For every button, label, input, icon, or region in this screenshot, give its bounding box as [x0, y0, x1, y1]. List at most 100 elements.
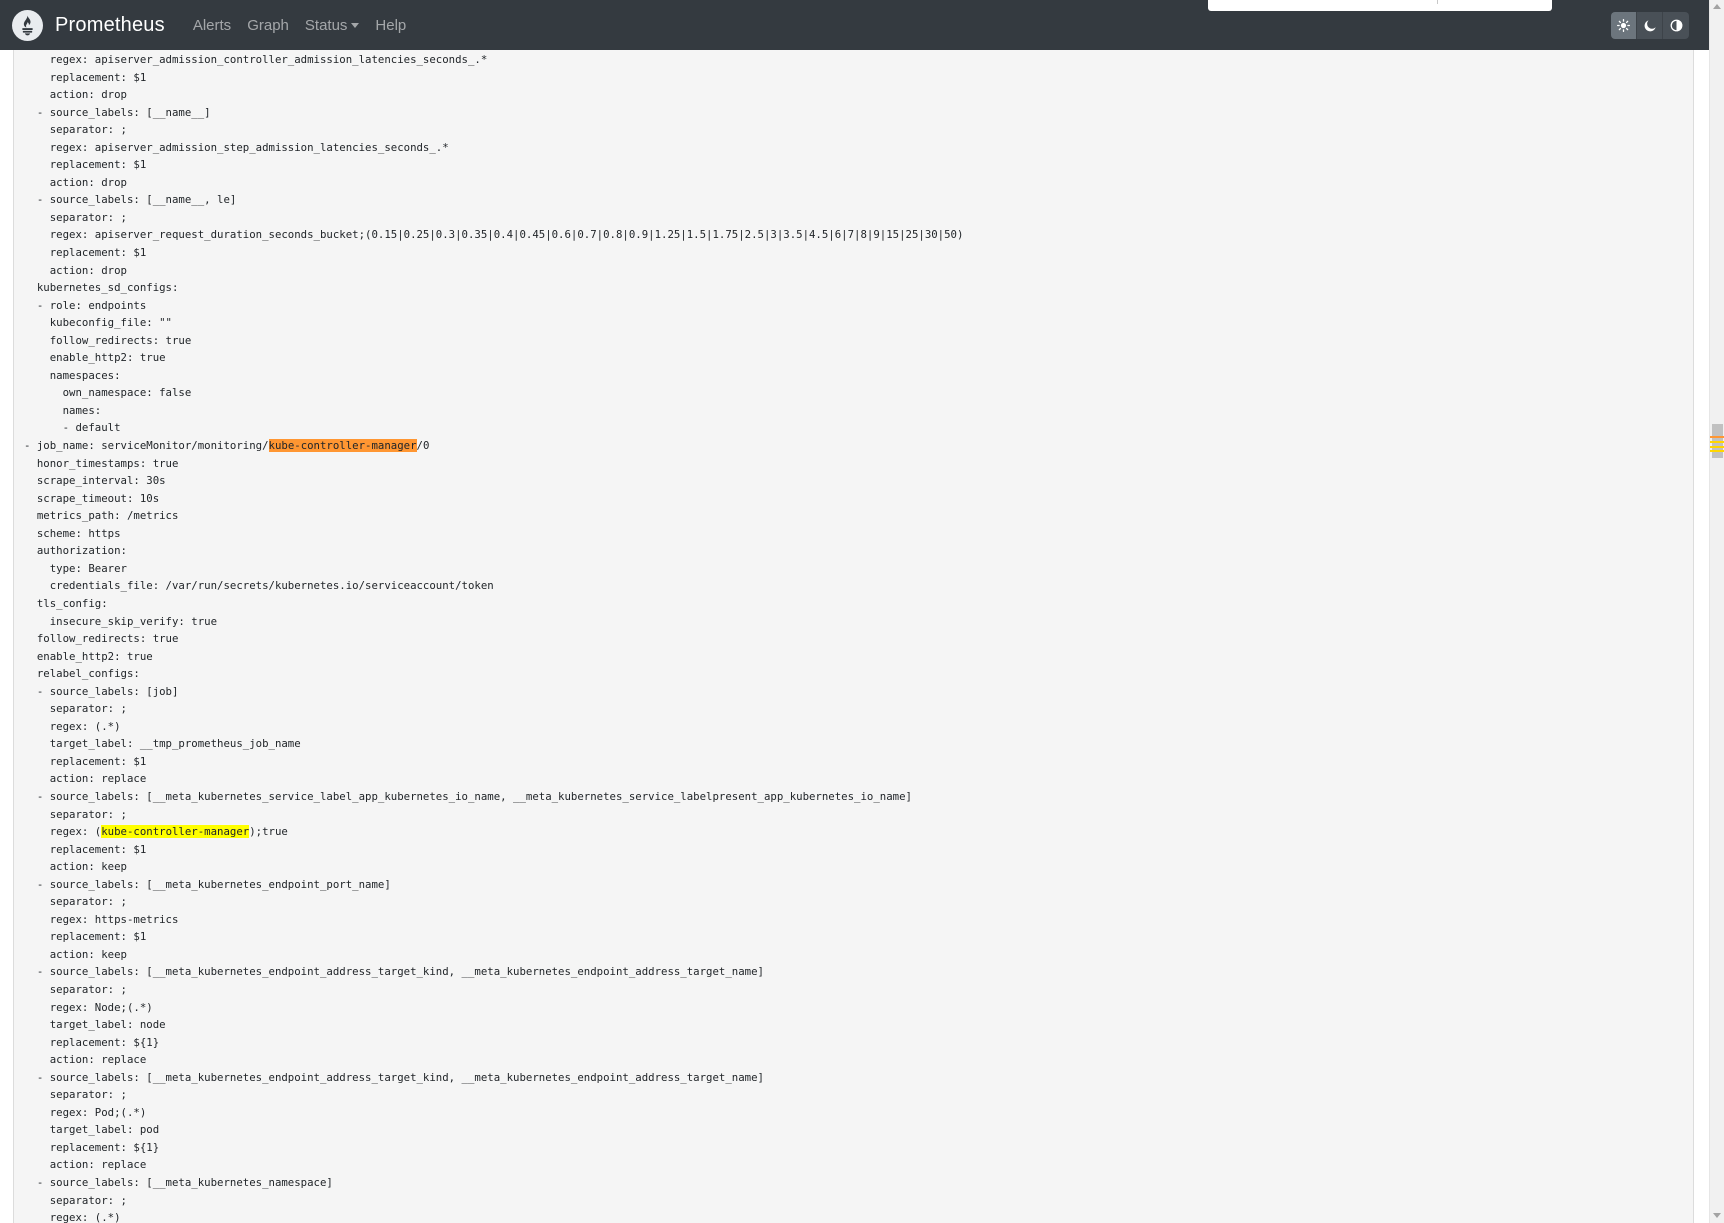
config-line: action: drop — [24, 175, 127, 189]
config-line: follow_redirects: true — [24, 632, 179, 646]
find-match-marker — [1710, 450, 1724, 452]
nav-link-graph[interactable]: Graph — [239, 17, 297, 34]
config-line: action: keep — [24, 947, 127, 961]
config-line: tls_config: — [24, 596, 108, 610]
config-line-text: regex: ( — [24, 825, 102, 839]
config-line: target_label: pod — [24, 1123, 160, 1137]
config-line-text: /0 — [416, 439, 430, 453]
find-in-page-box[interactable] — [1208, 0, 1552, 11]
config-line: - source_labels: [__meta_kubernetes_name… — [24, 1176, 333, 1189]
config-line: kubeconfig_file: "" — [24, 316, 172, 330]
config-line: honor_timestamps: true — [24, 456, 179, 470]
dark-theme-button[interactable] — [1637, 12, 1663, 39]
config-line: - source_labels: [job] — [24, 684, 179, 698]
config-line: separator: ; — [24, 123, 127, 137]
config-line: follow_redirects: true — [24, 333, 192, 347]
config-line: kubernetes_sd_configs: — [24, 281, 179, 295]
config-line: action: drop — [24, 88, 127, 102]
sun-icon — [1617, 19, 1630, 32]
config-line: enable_http2: true — [24, 649, 153, 663]
config-line: - source_labels: [__meta_kubernetes_endp… — [24, 965, 764, 979]
config-line: separator: ; — [24, 702, 127, 716]
config-line: scheme: https — [24, 526, 121, 540]
config-line-text: - job_name: serviceMonitor/monitoring/ — [24, 439, 269, 453]
config-line: separator: ; — [24, 210, 127, 224]
config-line: replacement: $1 — [24, 842, 147, 856]
brand-title: Prometheus — [55, 13, 165, 36]
config-line: regex: Node;(.*) — [24, 1000, 153, 1014]
config-line: regex: (.*) — [24, 1211, 121, 1223]
config-line: authorization: — [24, 544, 127, 558]
moon-icon — [1644, 19, 1656, 31]
config-line: replacement: $1 — [24, 70, 147, 84]
nav-links: Alerts Graph Status Help — [185, 17, 414, 34]
config-line: regex: Pod;(.*) — [24, 1105, 147, 1119]
config-line: scrape_timeout: 10s — [24, 491, 160, 505]
config-yaml: regex: apiserver_admission_controller_ad… — [24, 51, 963, 1223]
theme-toggle-group — [1611, 12, 1689, 39]
browser-default-theme-button[interactable] — [1663, 12, 1689, 39]
config-line: enable_http2: true — [24, 351, 166, 365]
chevron-down-icon — [351, 22, 360, 28]
config-line: relabel_configs: — [24, 667, 140, 681]
config-line: regex: apiserver_request_duration_second… — [24, 228, 964, 242]
scroll-down-arrow-icon[interactable] — [1713, 1213, 1721, 1218]
config-line: - role: endpoints — [24, 298, 147, 312]
config-line: - source_labels: [__meta_kubernetes_serv… — [24, 789, 912, 803]
current-find-match: kube-controller-manager — [268, 439, 417, 453]
config-line: regex: https-metrics — [24, 912, 179, 926]
brand[interactable]: Prometheus — [12, 0, 165, 50]
config-line: own_namespace: false — [24, 386, 192, 400]
config-line: insecure_skip_verify: true — [24, 614, 218, 628]
config-line: target_label: node — [24, 1018, 166, 1032]
config-line: - source_labels: [__meta_kubernetes_endp… — [24, 877, 391, 891]
config-line: separator: ; — [24, 895, 127, 909]
config-line: type: Bearer — [24, 561, 127, 575]
config-panel: regex: apiserver_admission_controller_ad… — [13, 50, 1694, 1223]
nav-link-status-dropdown[interactable]: Status — [297, 17, 368, 34]
find-match-marker — [1710, 441, 1724, 443]
find-match-marker — [1710, 446, 1724, 448]
config-line: action: replace — [24, 1053, 147, 1067]
scroll-up-arrow-icon[interactable] — [1713, 4, 1721, 9]
config-line: credentials_file: /var/run/secrets/kuber… — [24, 579, 494, 593]
page-scrollbar[interactable] — [1709, 0, 1724, 1223]
light-theme-button[interactable] — [1611, 12, 1637, 39]
config-line: scrape_interval: 30s — [24, 474, 166, 488]
config-line: names: — [24, 403, 102, 417]
config-line: target_label: __tmp_prometheus_job_name — [24, 737, 301, 751]
config-line: separator: ; — [24, 982, 127, 996]
config-line: action: keep — [24, 860, 127, 874]
find-match-marker — [1710, 436, 1724, 438]
config-line: namespaces: — [24, 368, 121, 382]
config-line: separator: ; — [24, 807, 127, 821]
config-line: regex: apiserver_admission_controller_ad… — [24, 53, 488, 66]
half-circle-icon — [1670, 19, 1682, 32]
config-line: action: replace — [24, 1158, 147, 1172]
config-line: - default — [24, 421, 121, 435]
config-line: - source_labels: [__meta_kubernetes_endp… — [24, 1070, 764, 1084]
nav-link-alerts[interactable]: Alerts — [185, 17, 239, 34]
find-box-divider — [1437, 0, 1438, 4]
config-line: action: replace — [24, 772, 147, 786]
nav-link-help[interactable]: Help — [367, 17, 414, 34]
config-line: replacement: $1 — [24, 246, 147, 260]
config-line: metrics_path: /metrics — [24, 509, 179, 523]
prometheus-logo-icon — [12, 9, 43, 41]
config-line: - source_labels: [__name__] — [24, 105, 211, 119]
config-line: - source_labels: [__name__, le] — [24, 193, 237, 207]
config-line: replacement: $1 — [24, 930, 147, 944]
config-line: regex: apiserver_admission_step_admissio… — [24, 140, 449, 154]
config-line: replacement: $1 — [24, 754, 147, 768]
config-line: replacement: $1 — [24, 158, 147, 172]
config-line: separator: ; — [24, 1088, 127, 1102]
config-line: - job_name: serviceMonitor/monitoring/ku… — [24, 437, 963, 455]
config-line-text: );true — [249, 825, 288, 839]
config-line: replacement: ${1} — [24, 1035, 160, 1049]
top-navbar: Prometheus Alerts Graph Status Help — [0, 0, 1709, 50]
config-line: action: drop — [24, 263, 127, 277]
config-line: replacement: ${1} — [24, 1140, 160, 1154]
find-match-highlight: kube-controller-manager — [101, 825, 250, 839]
nav-link-status-label: Status — [304, 16, 348, 34]
config-line: regex: (kube-controller-manager);true — [24, 823, 963, 841]
